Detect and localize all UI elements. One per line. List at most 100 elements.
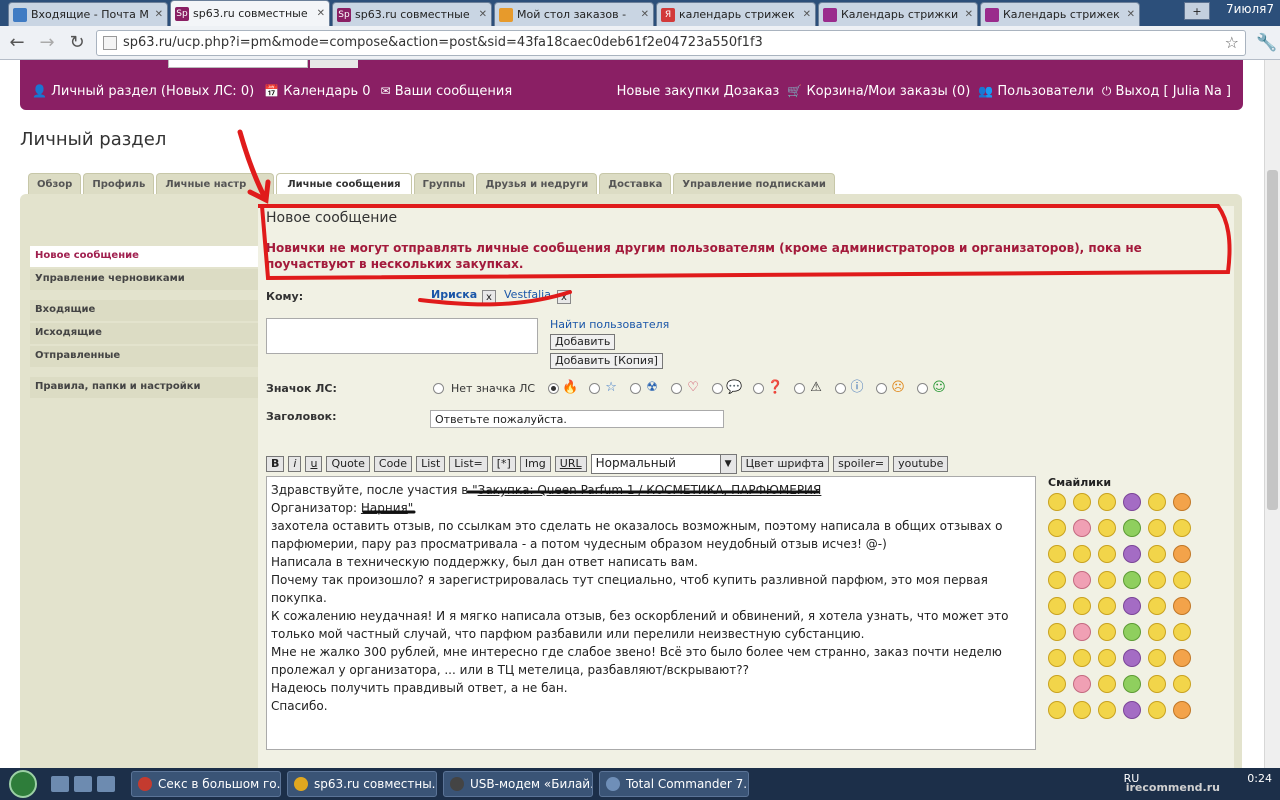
icon-radio[interactable] [794, 382, 806, 394]
smiley-icon[interactable] [1098, 675, 1116, 693]
reorder-link[interactable]: Дозаказ [724, 84, 780, 99]
recipient-link[interactable]: Vestfalia [504, 288, 551, 301]
tab-profile[interactable]: Профиль [83, 173, 155, 195]
url-button[interactable]: URL [554, 456, 587, 472]
smiley-icon[interactable] [1048, 571, 1066, 589]
smiley-icon[interactable] [1073, 649, 1091, 667]
smiley-icon[interactable] [1098, 519, 1116, 537]
smiley-icon[interactable] [1148, 623, 1166, 641]
smiley-icon[interactable] [1123, 701, 1141, 719]
back-arrow-icon[interactable]: ← [4, 30, 30, 56]
icon-radio[interactable] [753, 382, 765, 394]
new-purchases-link[interactable]: Новые закупки [617, 84, 720, 99]
search-button-remnant[interactable] [310, 60, 358, 68]
smiley-icon[interactable] [1048, 649, 1066, 667]
smiley-icon[interactable] [1148, 675, 1166, 693]
smiley-icon[interactable] [1123, 519, 1141, 537]
icon-radio[interactable] [548, 382, 560, 394]
sidebar-item-drafts[interactable]: Управление черновиками [30, 269, 258, 290]
page-scrollbar[interactable] [1264, 60, 1280, 768]
smiley-icon[interactable] [1098, 493, 1116, 511]
start-button[interactable] [0, 768, 46, 800]
bookmark-star-icon[interactable]: ☆ [1225, 33, 1239, 52]
taskbar-item[interactable]: Секс в большом го... [131, 771, 281, 797]
close-tab-icon[interactable]: ✕ [641, 9, 649, 20]
messages-link[interactable]: ✉ Ваши сообщения [381, 84, 513, 99]
icon-radio[interactable] [835, 382, 847, 394]
users-link[interactable]: 👥 Пользователи [978, 84, 1094, 99]
smiley-icon[interactable] [1173, 675, 1191, 693]
desktop-icon[interactable] [51, 776, 69, 792]
tab-delivery[interactable]: Доставка [599, 173, 672, 195]
code-button[interactable]: Code [373, 456, 413, 472]
scrollbar-thumb[interactable] [1267, 170, 1278, 510]
close-tab-icon[interactable]: ✕ [803, 9, 811, 20]
explorer-icon[interactable] [74, 776, 92, 792]
smiley-icon[interactable] [1123, 649, 1141, 667]
smiley-icon[interactable] [1123, 675, 1141, 693]
smiley-icon[interactable] [1073, 675, 1091, 693]
add-button[interactable]: Добавить [550, 334, 616, 350]
smiley-icon[interactable] [1073, 493, 1091, 511]
smiley-icon[interactable] [1173, 571, 1191, 589]
sidebar-item-rules[interactable]: Правила, папки и настройки [30, 377, 258, 398]
browser-tab[interactable]: Sp sp63.ru совместные ✕ [332, 2, 492, 26]
smiley-icon[interactable] [1048, 675, 1066, 693]
quote-button[interactable]: Quote [326, 456, 370, 472]
smiley-icon[interactable] [1173, 649, 1191, 667]
image-button[interactable]: Img [519, 456, 551, 472]
sidebar-item-sent[interactable]: Отправленные [30, 346, 258, 367]
underline-button[interactable]: u [305, 456, 323, 472]
wrench-icon[interactable]: 🔧 [1256, 33, 1277, 53]
smiley-icon[interactable] [1148, 493, 1166, 511]
smiley-icon[interactable] [1073, 545, 1091, 563]
remove-recipient-button[interactable]: x [557, 290, 571, 304]
smiley-icon[interactable] [1148, 545, 1166, 563]
smiley-icon[interactable] [1048, 519, 1066, 537]
new-tab-button[interactable]: + [1184, 2, 1210, 20]
smiley-icon[interactable] [1098, 597, 1116, 615]
smiley-icon[interactable] [1148, 571, 1166, 589]
list-button[interactable]: List [416, 456, 446, 472]
browser-tab[interactable]: Якалендарь стрижек ✕ [656, 2, 816, 26]
smiley-icon[interactable] [1098, 623, 1116, 641]
smiley-icon[interactable] [1148, 597, 1166, 615]
personal-section-link[interactable]: 👤 Личный раздел (Новых ЛС: 0) [32, 84, 254, 99]
cart-link[interactable]: 🛒 Корзина/Мои заказы (0) [787, 84, 970, 99]
icon-radio[interactable] [589, 382, 601, 394]
smiley-icon[interactable] [1173, 545, 1191, 563]
taskbar-item[interactable]: Total Commander 7... [599, 771, 749, 797]
smiley-icon[interactable] [1048, 623, 1066, 641]
close-tab-icon[interactable]: ✕ [479, 9, 487, 20]
smiley-icon[interactable] [1173, 597, 1191, 615]
sidebar-item-new-message[interactable]: Новое сообщение [30, 246, 258, 267]
browser-tab[interactable]: Мой стол заказов - ✕ [494, 2, 654, 26]
window-switch-icon[interactable] [97, 776, 115, 792]
smiley-icon[interactable] [1173, 493, 1191, 511]
smiley-icon[interactable] [1048, 597, 1066, 615]
smiley-icon[interactable] [1148, 701, 1166, 719]
smiley-icon[interactable] [1048, 701, 1066, 719]
message-body-textarea[interactable]: Здравствуйте, после участия в "Закупка: … [266, 476, 1036, 750]
browser-tab[interactable]: Входящие - Почта M ✕ [8, 2, 168, 26]
smiley-icon[interactable] [1123, 545, 1141, 563]
icon-radio[interactable] [671, 382, 683, 394]
recipient-textarea[interactable] [266, 318, 538, 354]
remove-recipient-button[interactable]: x [482, 290, 496, 304]
smiley-icon[interactable] [1073, 701, 1091, 719]
smiley-icon[interactable] [1048, 493, 1066, 511]
smiley-icon[interactable] [1098, 545, 1116, 563]
smiley-icon[interactable] [1073, 623, 1091, 641]
browser-tab-active[interactable]: Sp sp63.ru совместные ✕ [170, 0, 330, 26]
taskbar-item[interactable]: sp63.ru совместны... [287, 771, 437, 797]
ordered-list-button[interactable]: List= [449, 456, 488, 472]
icon-radio[interactable] [917, 382, 929, 394]
clock[interactable]: 0:24 [1247, 772, 1272, 785]
sidebar-item-outbox[interactable]: Исходящие [30, 323, 258, 344]
close-tab-icon[interactable]: ✕ [317, 8, 325, 19]
smiley-icon[interactable] [1148, 649, 1166, 667]
youtube-button[interactable]: youtube [893, 456, 949, 472]
search-field-remnant[interactable] [168, 60, 308, 68]
tab-overview[interactable]: Обзор [28, 173, 82, 195]
browser-tab[interactable]: Календарь стрижек ✕ [980, 2, 1140, 26]
